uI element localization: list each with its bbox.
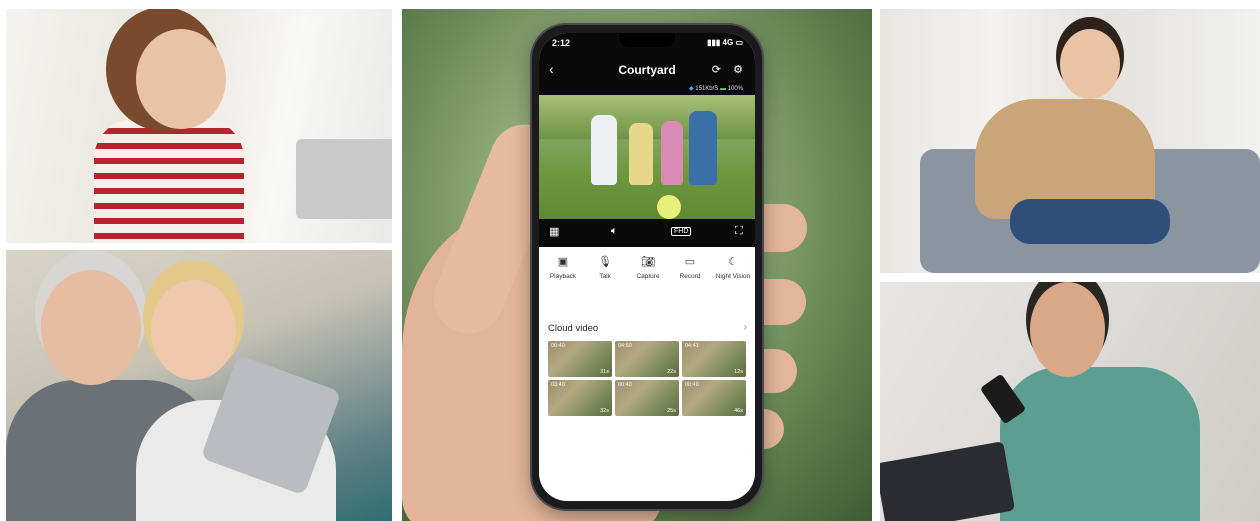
speaker-icon[interactable]: 🔈︎ — [611, 225, 618, 238]
status-network: ▮▮▮ 4G ▭ — [707, 38, 743, 47]
moon-icon: ☾ — [728, 256, 738, 268]
history-icon[interactable]: ⟳ — [712, 63, 721, 76]
photo-elderly-couple-tablet — [6, 250, 392, 521]
smartphone: 2:12 ▮▮▮ 4G ▭ ‹ Courtyard ⟳ ⚙ ◆ 151Kb/S … — [532, 25, 762, 509]
video-controls: ▦ 🔈︎ FHD ⛶ — [539, 219, 755, 247]
playback-button[interactable]: ▣ Playback — [543, 255, 583, 280]
speed-readout: ◆ 151Kb/S ▬ 100% — [688, 86, 743, 92]
fullscreen-icon[interactable]: ⛶ — [735, 225, 743, 238]
page-title: Courtyard — [618, 63, 676, 77]
action-bar: ▣ Playback 🎙︎ Talk 📷︎ Capture ▭ Record ☾ — [539, 255, 755, 301]
record-button[interactable]: ▭ Record — [670, 255, 710, 280]
cloud-clip[interactable]: 00:40 31s — [548, 341, 612, 377]
cloud-clip[interactable]: 03:40 32s — [548, 380, 612, 416]
talk-button[interactable]: 🎙︎ Talk — [585, 255, 625, 280]
playback-icon: ▣ — [557, 256, 569, 268]
video-record-icon: ▭ — [684, 256, 696, 268]
cloud-clip[interactable]: 00:40 46s — [682, 380, 746, 416]
photo-hand-holding-phone: 2:12 ▮▮▮ 4G ▭ ‹ Courtyard ⟳ ⚙ ◆ 151Kb/S … — [402, 9, 872, 521]
capture-button[interactable]: 📷︎ Capture — [628, 255, 668, 280]
battery-icon: ▭ — [735, 38, 743, 47]
live-video-feed[interactable] — [539, 95, 755, 219]
shield-icon: ◆ — [688, 86, 694, 92]
cloud-clip[interactable]: 00:40 25s — [615, 380, 679, 416]
settings-icon[interactable]: ⚙ — [733, 63, 743, 76]
signal-icon: ▮▮▮ — [707, 38, 721, 47]
multi-view-icon[interactable]: ▦ — [549, 225, 559, 238]
photo-woman-sofa-phone — [880, 9, 1260, 273]
cloud-video-title: Cloud video — [548, 323, 599, 334]
cloud-clip[interactable]: 04:50 22s — [615, 341, 679, 377]
cloud-clip[interactable]: 04:41 12s — [682, 341, 746, 377]
quality-button[interactable]: FHD — [671, 227, 692, 236]
chevron-right-icon[interactable]: › — [744, 322, 747, 333]
ball — [657, 195, 681, 219]
notch — [619, 33, 675, 47]
night-vision-button[interactable]: ☾ Night Vision — [713, 255, 753, 280]
photo-man-couch-phone — [880, 282, 1260, 521]
camera-icon: 📷︎ — [641, 256, 655, 268]
microphone-icon: 🎙︎ — [598, 256, 612, 268]
phone-screen: 2:12 ▮▮▮ 4G ▭ ‹ Courtyard ⟳ ⚙ ◆ 151Kb/S … — [539, 33, 755, 501]
photo-woman-laptop — [6, 9, 392, 243]
status-time: 2:12 — [552, 38, 571, 48]
battery-indicator: ▬ — [719, 86, 726, 92]
